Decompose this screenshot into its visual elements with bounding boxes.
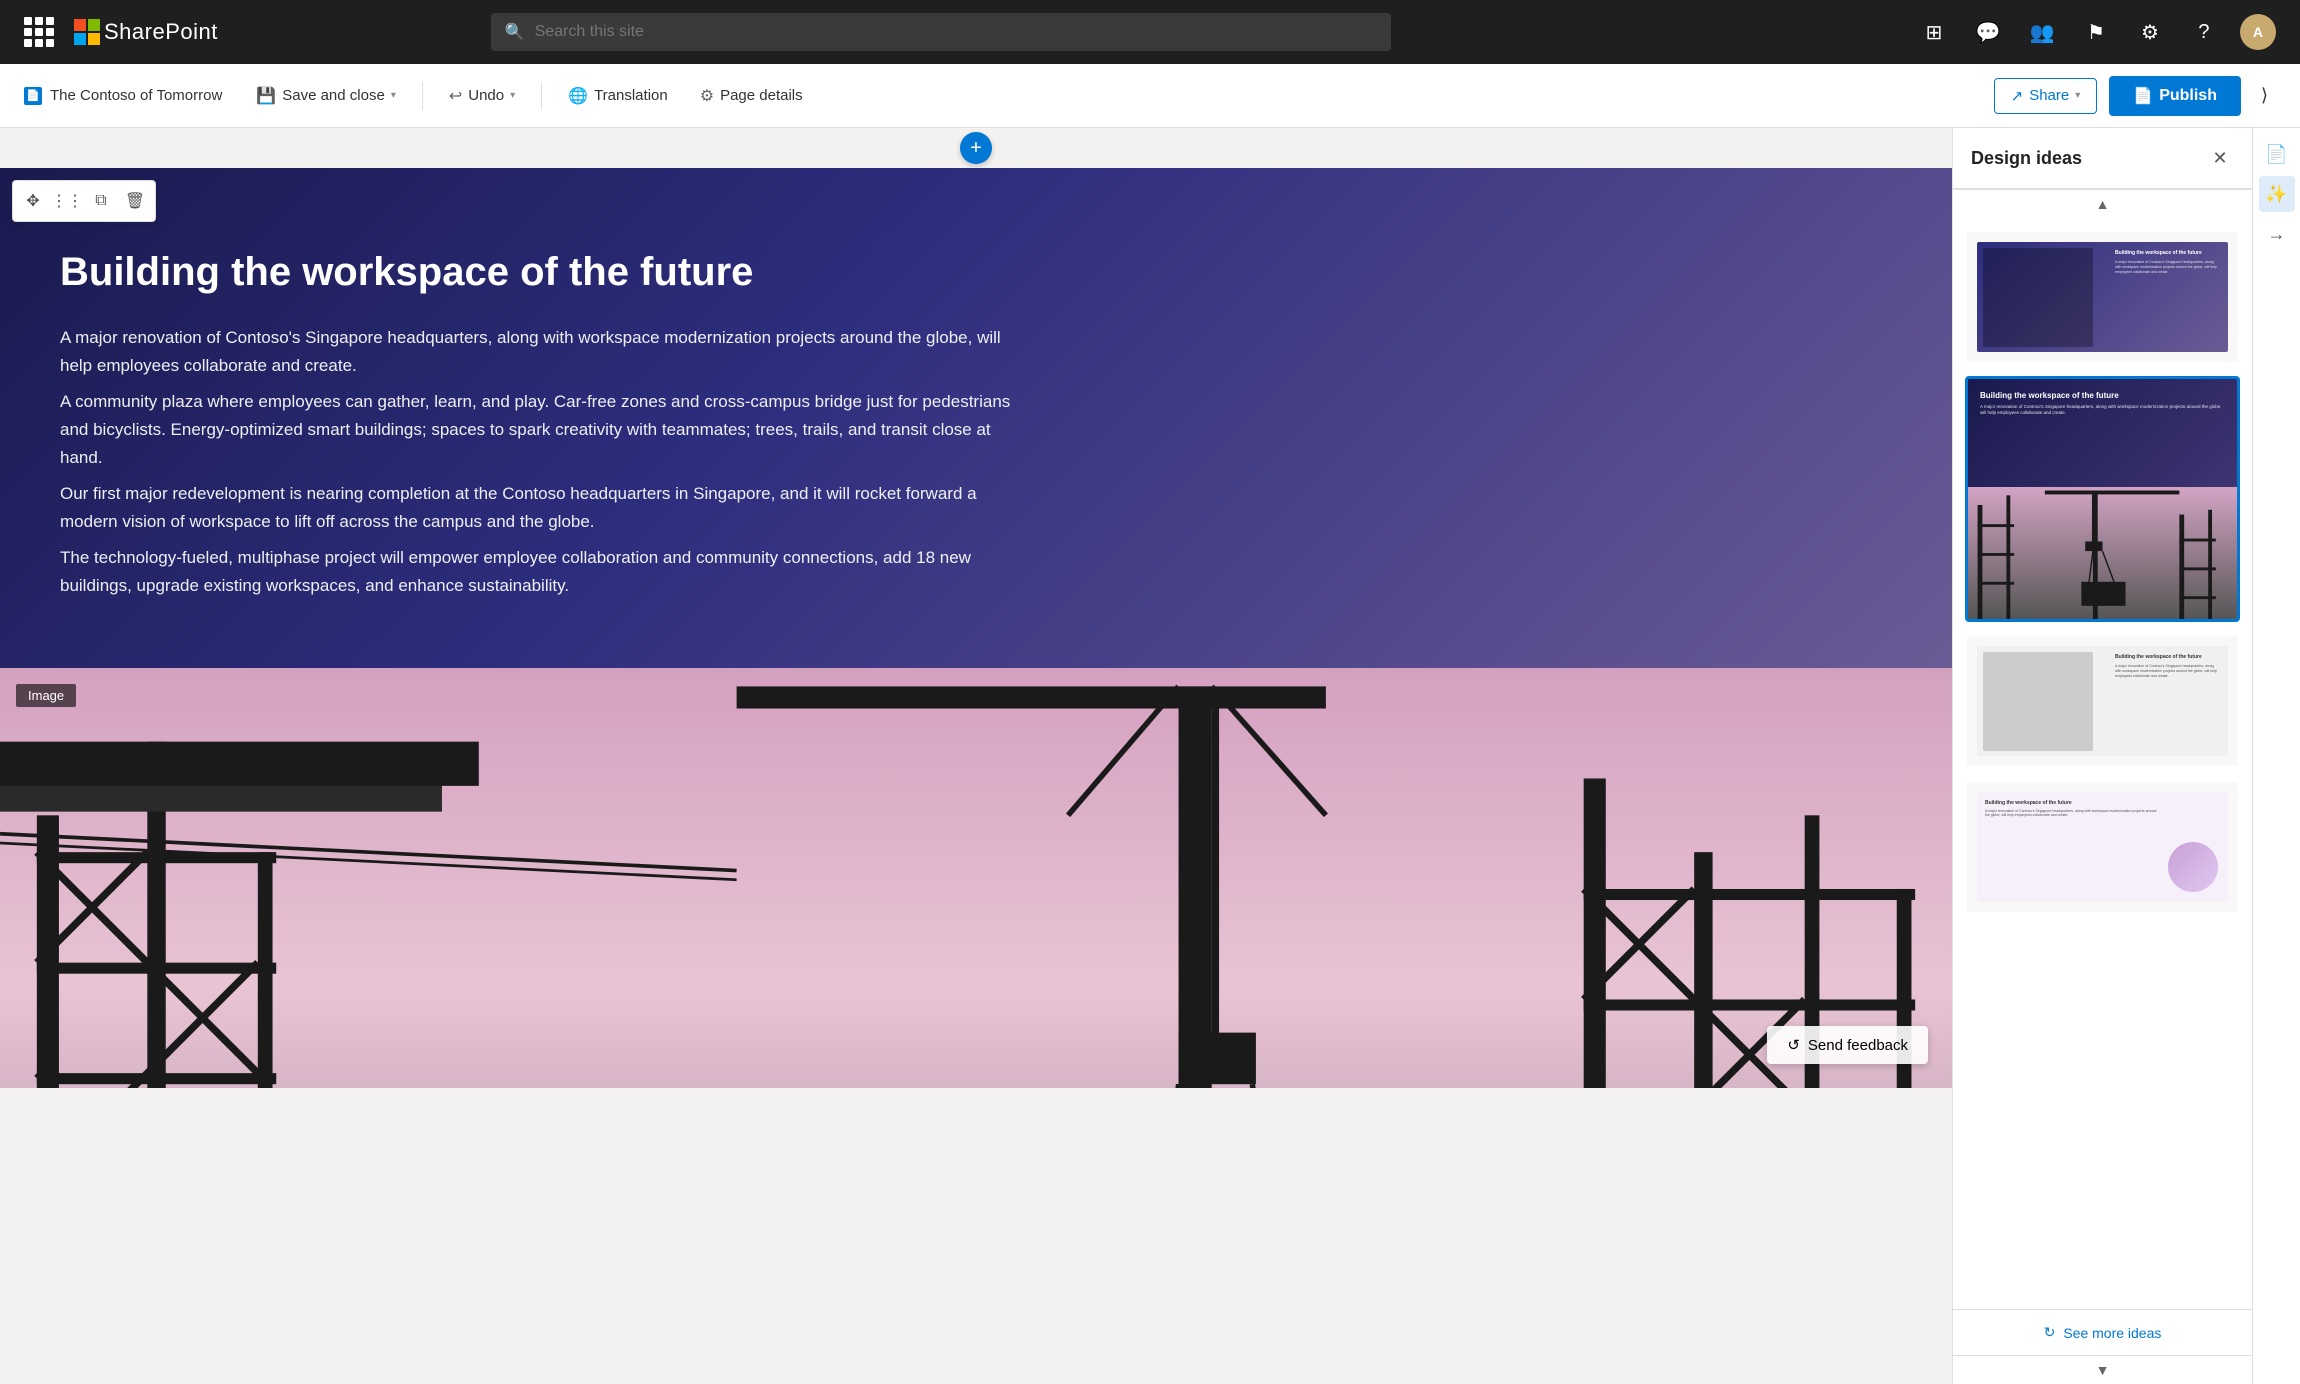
hero-para-4: The technology-fueled, multiphase projec… [60,544,1020,600]
image-label-badge: Image [16,684,76,707]
undo-button[interactable]: ↩ Undo ▾ [435,78,529,114]
see-more-ideas-button[interactable]: ↻ See more ideas [1953,1309,2252,1355]
idea-img-1 [1983,248,2093,347]
save-icon: 💾 [256,86,276,106]
delete-block-button[interactable]: 🗑 [119,185,151,217]
crane-svg [0,668,1952,1088]
design-panel-title: Design ideas [1971,148,2082,169]
idea-text-3: Building the workspace of the future A m… [2115,654,2218,679]
app-name: SharePoint [104,19,218,45]
duplicate-block-button[interactable]: ⧉ [85,185,117,217]
design-ideas-side-button[interactable]: ✨ [2259,176,2295,212]
top-navigation: SharePoint 🔍 ⊞ 💬 👥 ⚑ ⚙ ? A [0,0,2300,64]
collapse-button[interactable]: ⟩ [2253,77,2276,114]
add-section-top: + [0,128,1952,168]
design-idea-1[interactable]: Building the workspace of the future A m… [1965,230,2240,364]
add-section-button[interactable]: + [960,132,992,164]
design-idea-2[interactable]: Building the workspace of the future A m… [1965,376,2240,622]
share-dropdown-arrow[interactable]: ▾ [2075,90,2080,101]
editor-toolbar: 📄 The Contoso of Tomorrow 💾 Save and clo… [0,64,2300,128]
refresh-icon: ↻ [2044,1324,2056,1341]
hero-para-3: Our first major redevelopment is nearing… [60,480,1020,536]
undo-dropdown-arrow[interactable]: ▾ [510,90,515,101]
main-area: + ✥ ⋮⋮ ⧉ 🗑 Building the workspace of the… [0,128,2300,1384]
design-idea-4[interactable]: Building the workspace of the future A m… [1965,780,2240,914]
flag-icon[interactable]: ⚑ [2078,14,2114,50]
hero-para-2: A community plaza where employees can ga… [60,388,1020,472]
settings-icon[interactable]: ⚙ [2132,14,2168,50]
design-idea-3[interactable]: Building the workspace of the future A m… [1965,634,2240,768]
translation-icon: 🌐 [568,86,588,106]
editor-area[interactable]: + ✥ ⋮⋮ ⧉ 🗑 Building the workspace of the… [0,128,1952,1384]
waffle-menu[interactable] [24,17,54,47]
info-icon: ⚙ [700,86,714,106]
save-dropdown-arrow[interactable]: ▾ [391,90,396,101]
image-section: Image [0,668,1952,1088]
nav-icon-group: ⊞ 💬 👥 ⚑ ⚙ ? A [1916,14,2276,50]
design-ideas-list[interactable]: Building the workspace of the future A m… [1953,218,2252,1309]
idea-large-body: A major renovation of Contoso's Singapor… [1980,404,2225,417]
idea-large-text: Building the workspace of the future A m… [1980,391,2225,417]
page-title: The Contoso of Tomorrow [50,87,222,104]
translation-button[interactable]: 🌐 Translation [554,78,682,114]
save-close-button[interactable]: 💾 Save and close ▾ [242,78,410,114]
avatar[interactable]: A [2240,14,2276,50]
feedback-icon: ↺ [1787,1036,1800,1054]
construction-image [0,668,1952,1088]
hero-body[interactable]: A major renovation of Contoso's Singapor… [60,324,1020,600]
hero-title[interactable]: Building the workspace of the future [60,248,1892,296]
content-block: ✥ ⋮⋮ ⧉ 🗑 Building the workspace of the f… [0,168,1952,1088]
idea-preview-3: Building the workspace of the future A m… [1977,646,2228,756]
expand-side-button[interactable]: → [2259,216,2295,252]
page-brand: 📄 The Contoso of Tomorrow [24,87,222,105]
hero-para-1: A major renovation of Contoso's Singapor… [60,324,1020,380]
help-icon[interactable]: ? [2186,14,2222,50]
search-icon: 🔍 [505,22,525,42]
apps-icon[interactable]: ⊞ [1916,14,1952,50]
block-toolbar: ✥ ⋮⋮ ⧉ 🗑 [12,180,156,222]
scroll-down-arrow[interactable]: ▼ [1953,1355,2252,1384]
publish-icon: 📄 [2133,86,2153,106]
page-icon: 📄 [24,87,42,105]
block-settings-button[interactable]: ⋮⋮ [51,185,83,217]
idea-text-1: Building the workspace of the future A m… [2115,250,2218,275]
scroll-up-arrow[interactable]: ▲ [1953,189,2252,218]
idea-large-image [1968,487,2237,619]
send-feedback-button[interactable]: ↺ Send feedback [1767,1026,1928,1064]
people-icon[interactable]: 👥 [2024,14,2060,50]
design-ideas-panel: Design ideas ✕ ▲ Building the workspace … [1952,128,2252,1384]
microsoft-logo[interactable]: SharePoint [74,19,218,45]
idea-img-3 [1983,652,2093,751]
design-panel-header: Design ideas ✕ [1953,128,2252,189]
search-container: 🔍 [491,13,1391,51]
chat-icon[interactable]: 💬 [1970,14,2006,50]
share-button[interactable]: ↗ Share ▾ [1994,78,2098,114]
hero-section: Building the workspace of the future A m… [0,168,1952,668]
search-input[interactable] [491,13,1391,51]
idea-preview-4: Building the workspace of the future A m… [1977,792,2228,902]
publish-button[interactable]: 📄 Publish [2109,76,2241,116]
share-icon: ↗ [2011,87,2024,105]
idea-preview-1: Building the workspace of the future A m… [1977,242,2228,352]
design-panel-close-button[interactable]: ✕ [2206,144,2234,172]
page-side-button[interactable]: 📄 [2259,136,2295,172]
page-details-button[interactable]: ⚙ Page details [686,78,817,114]
side-icon-panel: 📄 ✨ → [2252,128,2300,1384]
toolbar-divider-2 [541,82,542,110]
toolbar-right: ↗ Share ▾ 📄 Publish ⟩ [1994,76,2276,116]
undo-icon: ↩ [449,86,462,106]
move-block-button[interactable]: ✥ [17,185,49,217]
idea-large-preview: Building the workspace of the future A m… [1968,379,2237,619]
toolbar-divider-1 [422,82,423,110]
idea-large-title: Building the workspace of the future [1980,391,2225,400]
